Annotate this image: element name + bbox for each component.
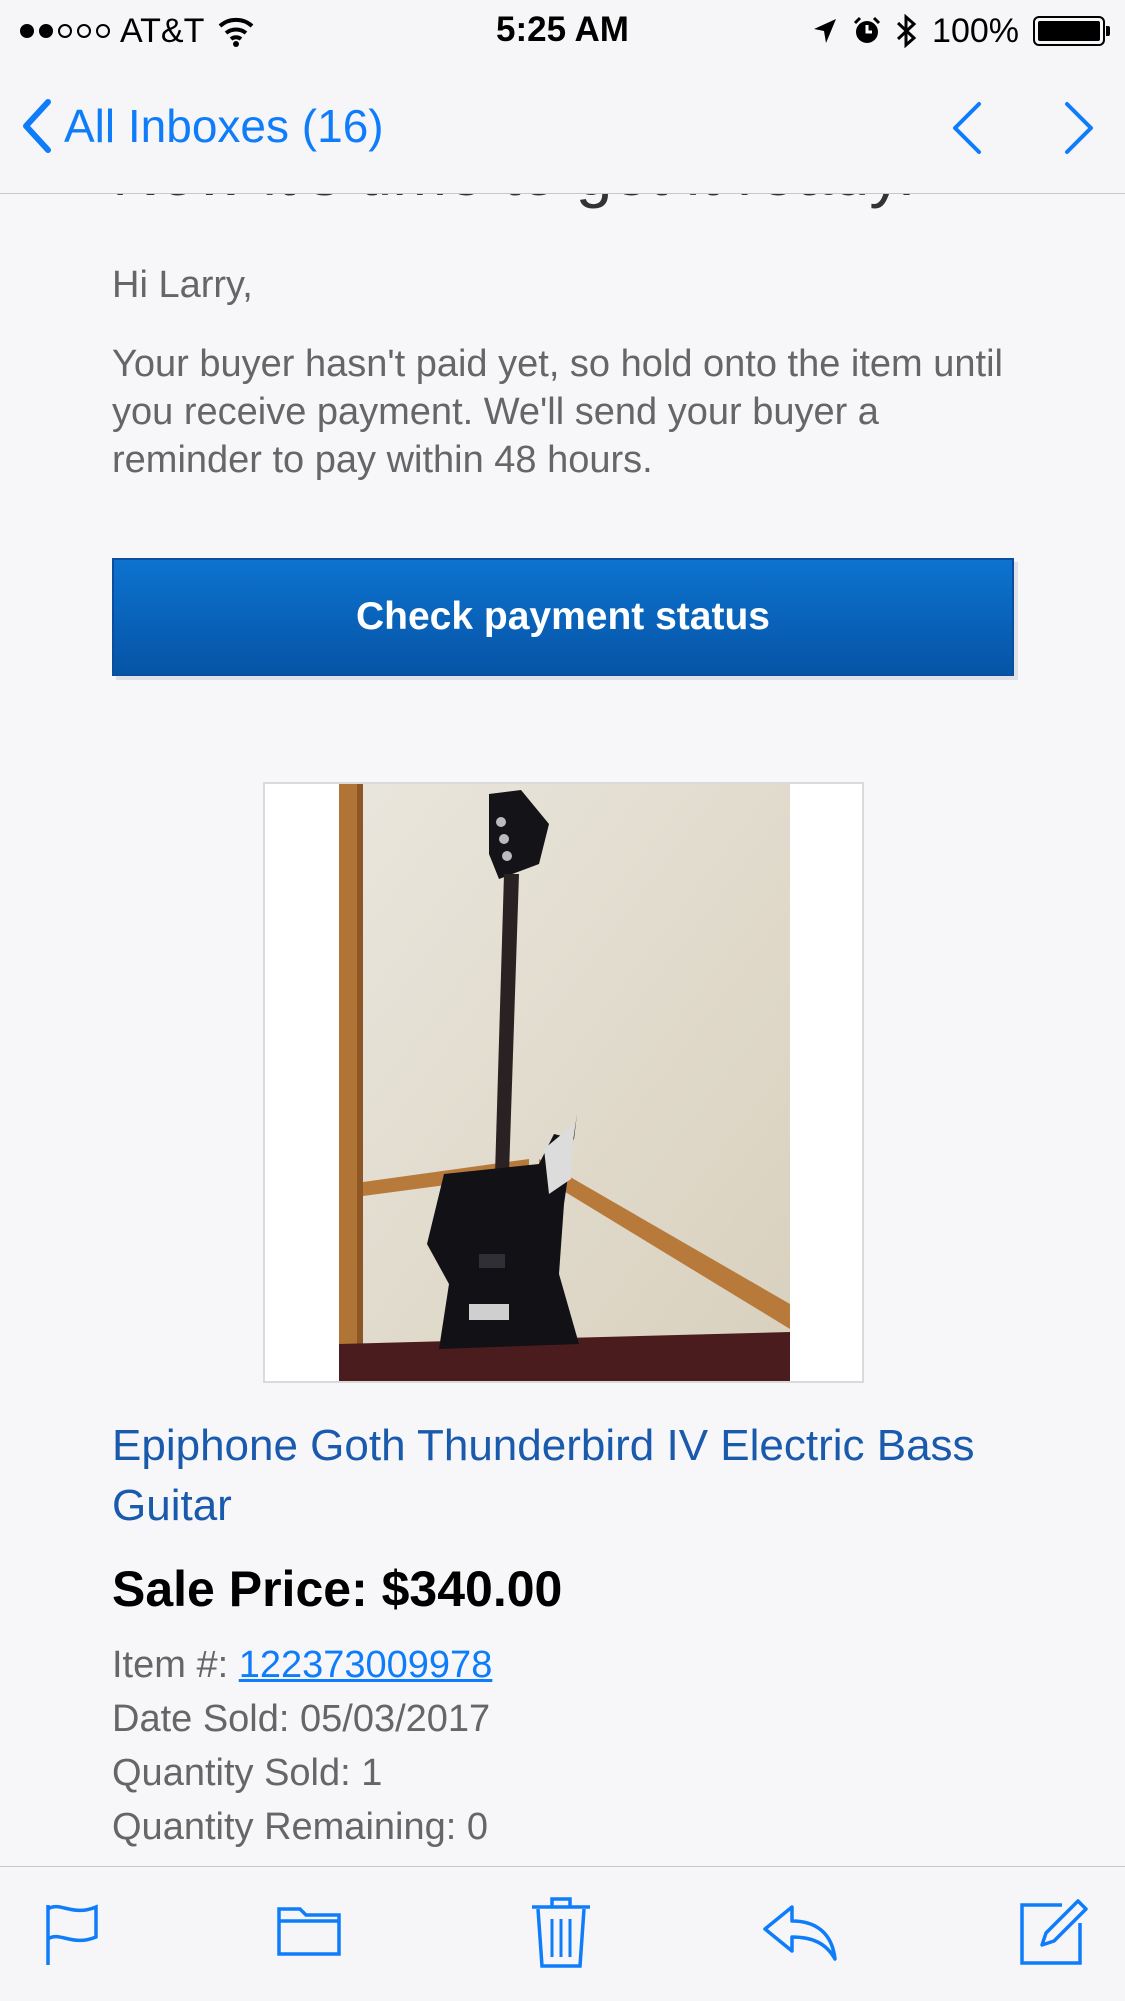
battery-percent: 100% bbox=[932, 11, 1019, 50]
sale-price: Sale Price: $340.00 bbox=[112, 1561, 563, 1617]
next-message-icon[interactable] bbox=[1063, 100, 1095, 156]
item-number-link[interactable]: 122373009978 bbox=[239, 1644, 493, 1686]
quantity-remaining: Quantity Remaining: 0 bbox=[112, 1806, 488, 1848]
compose-icon[interactable] bbox=[1018, 1895, 1090, 1967]
chevron-left-icon bbox=[23, 99, 51, 153]
email-headline: Now it's time to get it ready. bbox=[112, 194, 916, 210]
status-icons: 100% bbox=[812, 10, 1110, 52]
folder-icon[interactable] bbox=[276, 1901, 342, 1957]
status-bar: AT&T 5:25 AM 100% bbox=[0, 0, 1125, 62]
back-button[interactable]: All Inboxes (16) bbox=[22, 96, 384, 156]
check-payment-status-button[interactable]: Check payment status bbox=[112, 558, 1014, 676]
battery-icon bbox=[1033, 16, 1110, 46]
bass-guitar-photo bbox=[339, 784, 790, 1381]
reply-icon[interactable] bbox=[762, 1903, 838, 1961]
item-photo bbox=[339, 784, 790, 1381]
item-image-frame[interactable] bbox=[263, 782, 864, 1383]
quantity-sold: Quantity Sold: 1 bbox=[112, 1752, 383, 1794]
trash-icon[interactable] bbox=[530, 1895, 592, 1969]
greeting: Hi Larry, bbox=[112, 264, 253, 306]
message-paragraph: Your buyer hasn't paid yet, so hold onto… bbox=[112, 343, 1003, 481]
location-icon bbox=[814, 19, 837, 43]
date-sold: Date Sold: 05/03/2017 bbox=[112, 1698, 491, 1740]
previous-message-icon[interactable] bbox=[951, 100, 983, 156]
message-nav bbox=[951, 100, 1095, 156]
bottom-toolbar bbox=[0, 1866, 1125, 2001]
bluetooth-icon bbox=[897, 14, 917, 48]
flag-icon[interactable] bbox=[44, 1901, 100, 1967]
alarm-icon bbox=[853, 16, 881, 43]
email-body[interactable]: Now it's time to get it ready. Hi Larry,… bbox=[0, 194, 1125, 1866]
item-number-label: Item #: bbox=[112, 1644, 229, 1686]
nav-bar: All Inboxes (16) bbox=[0, 62, 1125, 194]
item-number-row: Item #: 122373009978 bbox=[112, 1644, 492, 1687]
back-label: All Inboxes (16) bbox=[64, 100, 384, 152]
item-title-link[interactable]: Epiphone Goth Thunderbird IV Electric Ba… bbox=[112, 1416, 1012, 1536]
